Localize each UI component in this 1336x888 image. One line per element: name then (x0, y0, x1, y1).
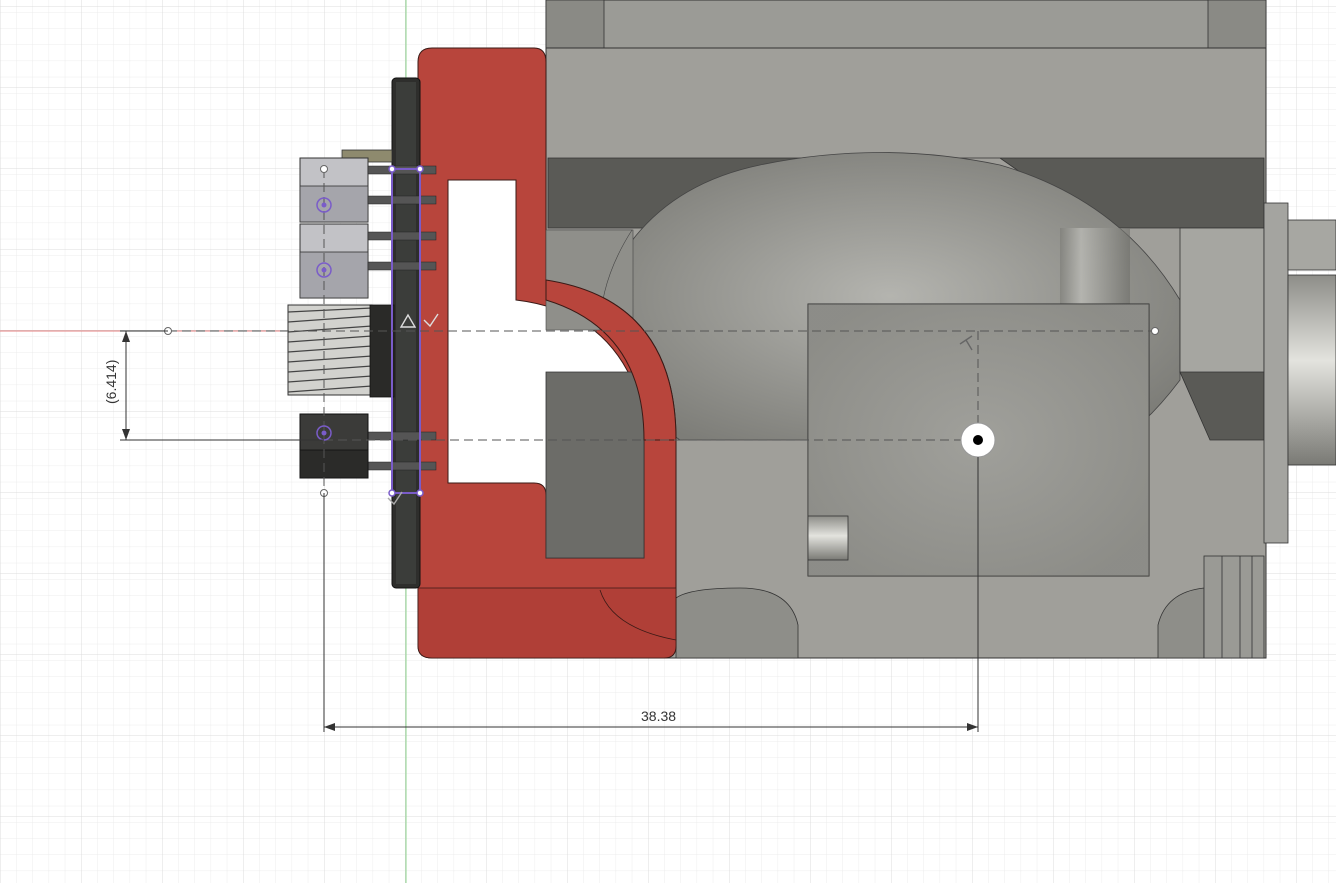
sketch-point-icon[interactable] (320, 165, 328, 173)
pcb-board[interactable] (391, 77, 421, 589)
horizontal-dimension-label[interactable]: 38.38 (641, 708, 676, 724)
sketch-point-icon[interactable] (388, 489, 396, 497)
design-canvas[interactable]: (6.414) 38.38 (0, 0, 1336, 883)
sketch-point-icon[interactable] (388, 165, 396, 173)
sketch-point-icon[interactable] (1151, 327, 1159, 335)
vertical-dimension-label[interactable]: (6.414) (103, 360, 119, 404)
sketch-point-icon[interactable] (416, 165, 424, 173)
sketch-point-icon[interactable] (416, 489, 424, 497)
canvas-viewport[interactable]: (6.414) 38.38 (0, 0, 1336, 883)
